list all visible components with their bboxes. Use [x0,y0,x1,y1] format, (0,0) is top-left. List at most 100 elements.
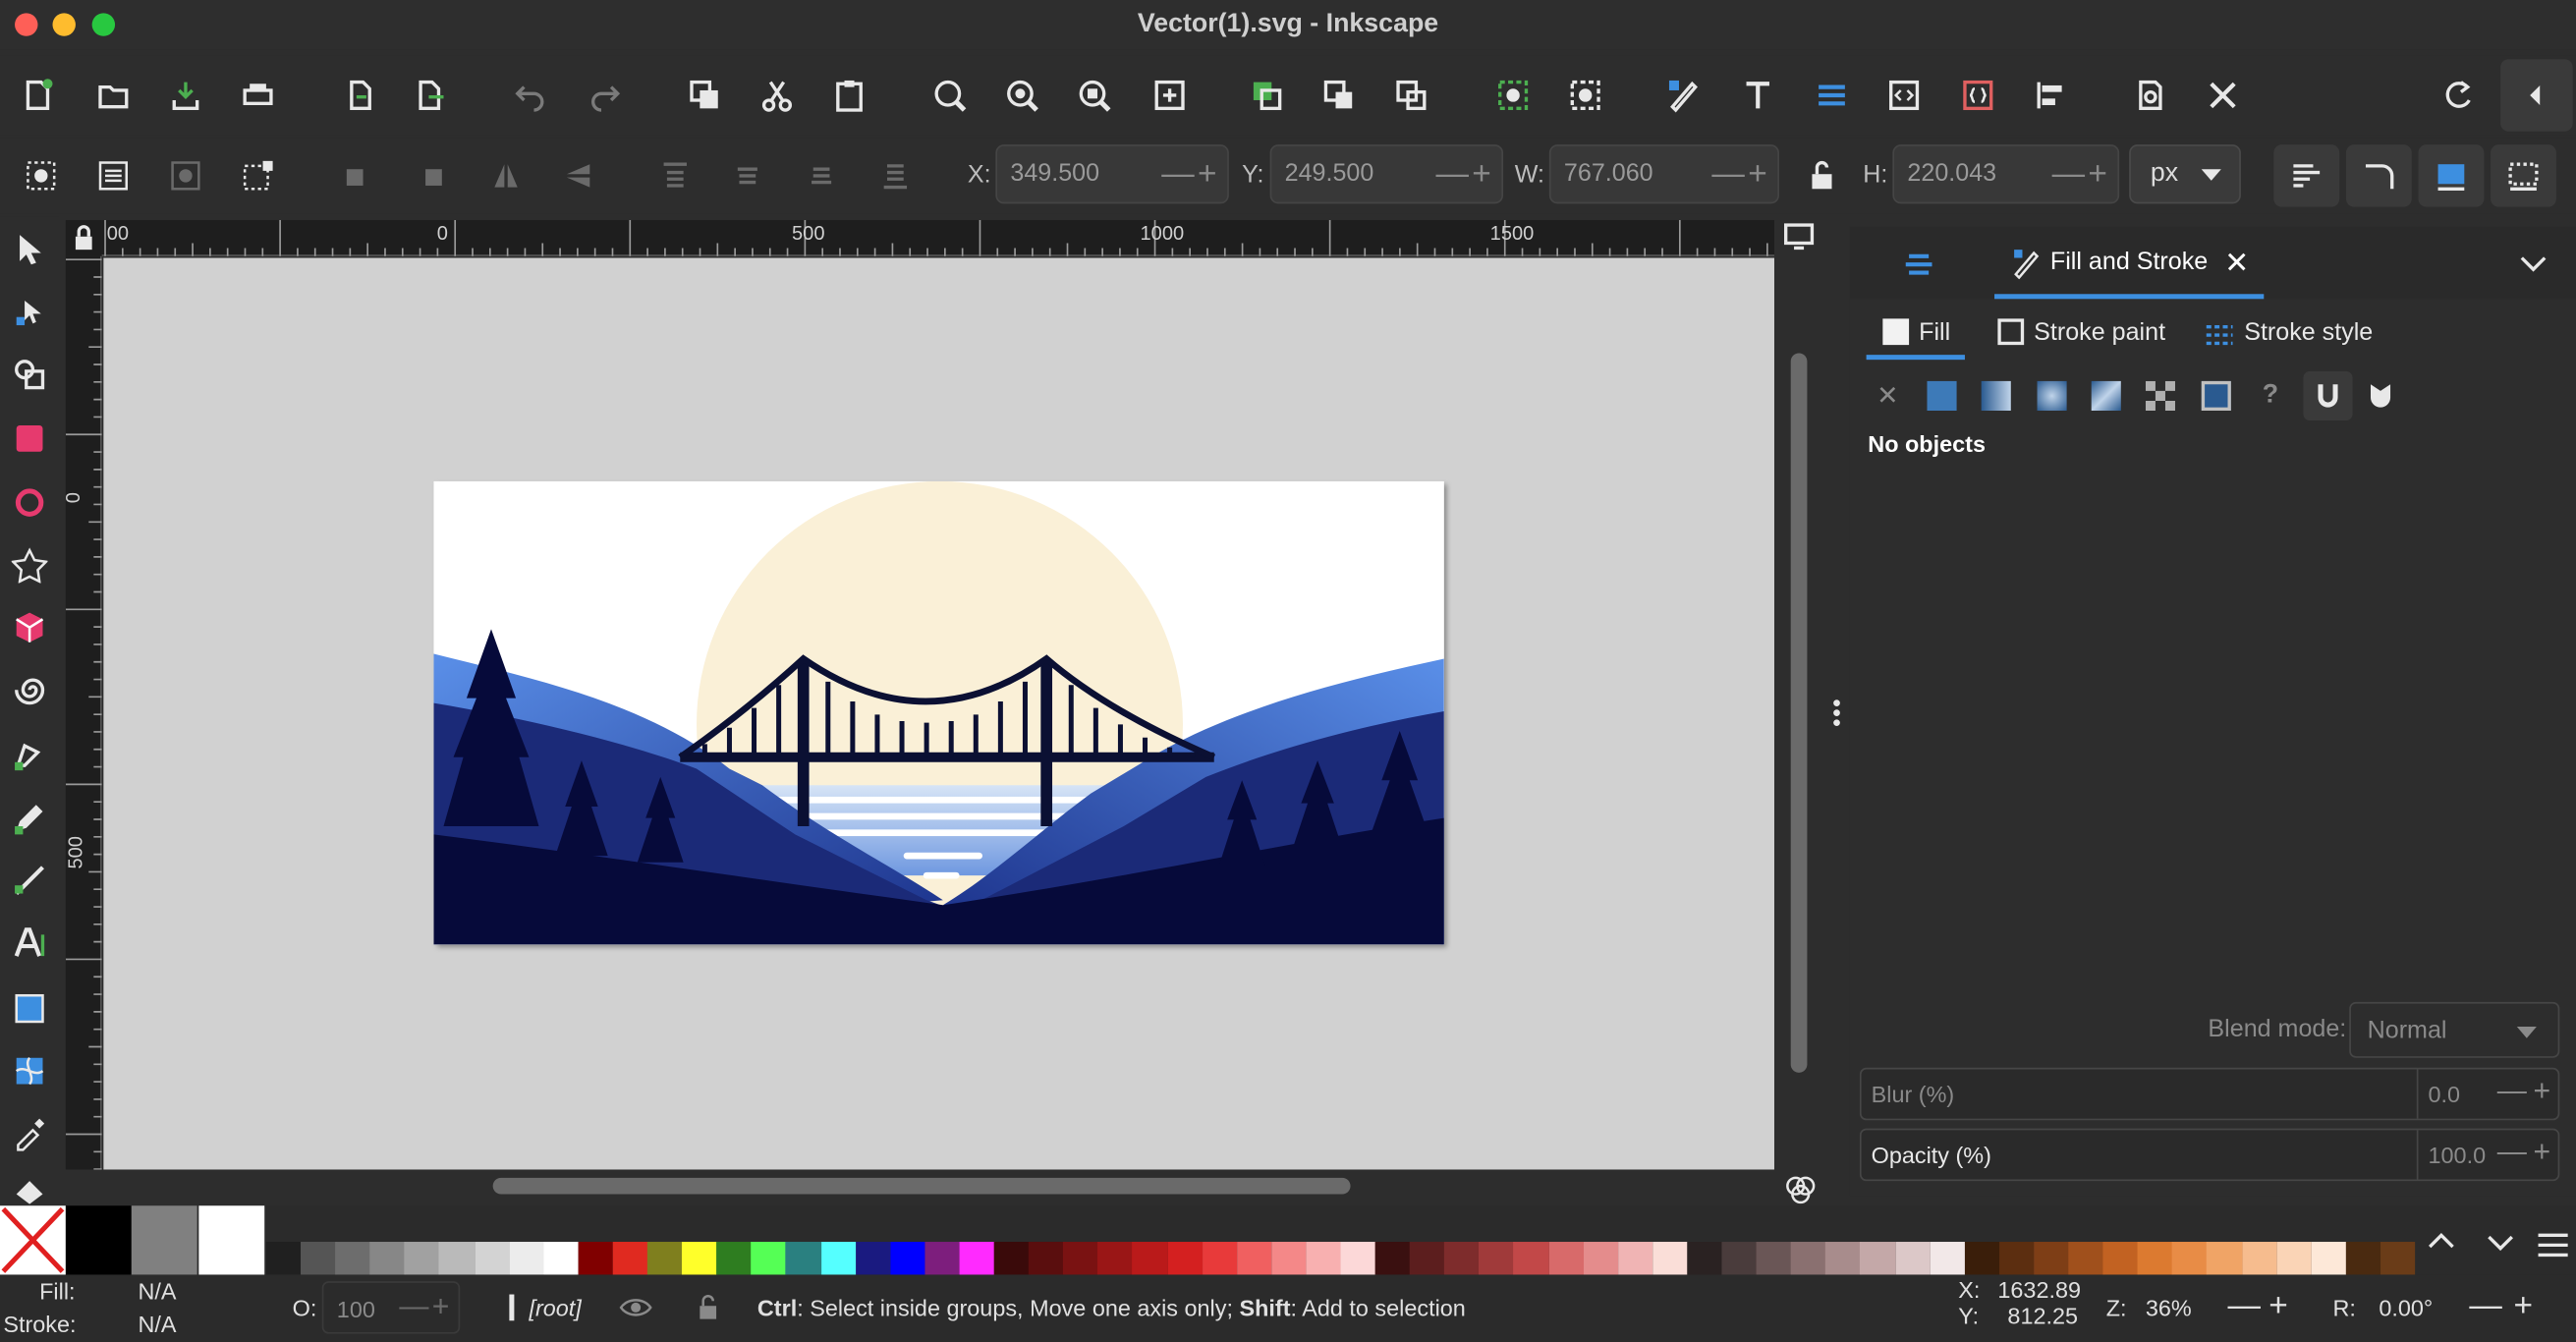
layers-objects-icon[interactable] [1899,243,1941,285]
palette-swatch[interactable] [543,1242,580,1275]
rotate-plus-button[interactable]: + [2513,1288,2533,1325]
palette-swatch[interactable] [1964,1242,2000,1275]
palette-swatch[interactable] [889,1242,925,1275]
bridge-illustration[interactable] [433,480,1444,945]
gray-swatch[interactable] [131,1205,197,1275]
palette-swatch[interactable] [1687,1242,1723,1275]
new-document-icon[interactable] [13,71,62,120]
rotate-value[interactable]: 0.00° [2379,1295,2433,1321]
eye-icon[interactable] [618,1291,654,1323]
cut-icon[interactable] [753,71,802,120]
palette-scroll-down-icon[interactable] [2481,1225,2520,1261]
palette-swatch[interactable] [2034,1242,2070,1275]
lower-icon[interactable] [800,154,842,196]
scale-corners-button[interactable] [2345,144,2412,207]
palette-menu-icon[interactable] [2534,1229,2573,1265]
undo-icon[interactable] [506,71,555,120]
black-swatch[interactable] [65,1205,132,1275]
rotate-cw-icon[interactable] [411,154,453,196]
zoom-page-icon[interactable] [1070,71,1119,120]
swatch-icon[interactable] [2195,374,2237,417]
h-input[interactable]: 220.043— + [1892,144,2120,204]
palette-swatch[interactable] [646,1242,684,1275]
blur-input[interactable]: 0.0— + [2416,1069,2558,1119]
current-layer[interactable]: [root] [529,1295,581,1321]
export-icon[interactable] [406,71,455,120]
xml-editor-icon[interactable] [1879,71,1929,120]
palette-swatch[interactable] [1202,1242,1238,1275]
vertical-scrollbar[interactable] [1790,353,1808,1073]
unset-paint-icon[interactable]: ? [2249,374,2291,417]
select-all-icon[interactable] [20,154,62,196]
flip-horizontal-icon[interactable] [484,154,527,196]
selectors-icon[interactable] [1953,71,2002,120]
lower-to-bottom-icon[interactable] [874,154,917,196]
duplicate-icon[interactable] [1242,71,1291,120]
palette-swatch[interactable] [439,1242,476,1275]
zoom-drawing-icon[interactable] [997,71,1046,120]
import-icon[interactable] [335,71,384,120]
flat-color-icon[interactable] [1921,374,1963,417]
palette-swatch[interactable] [855,1242,891,1275]
fill-stroke-icon[interactable] [1659,71,1708,120]
3d-box-tool-icon[interactable] [7,604,53,650]
palette-swatch[interactable] [786,1242,822,1275]
ungroup-icon[interactable] [1561,71,1610,120]
palette-swatch[interactable] [1998,1242,2035,1275]
palette-swatch[interactable] [1479,1242,1515,1275]
palette-swatch[interactable] [1548,1242,1585,1275]
palette-swatch[interactable] [1236,1242,1272,1275]
white-swatch[interactable] [198,1205,265,1275]
palette-swatch[interactable] [751,1242,787,1275]
zoom-out-button[interactable]: — [2228,1288,2261,1325]
tab-fill[interactable]: Fill [1919,318,1950,346]
transform-gradients-button[interactable] [2418,144,2485,207]
linear-gradient-icon[interactable] [1975,374,2017,417]
zoom-in-button[interactable]: + [2268,1288,2288,1325]
fill-rule-nonzero-icon[interactable] [2359,374,2401,417]
palette-swatch[interactable] [508,1242,544,1275]
palette-swatch[interactable] [2172,1242,2209,1275]
chevron-down-icon[interactable] [2513,247,2552,283]
palette-swatch[interactable] [1825,1242,1862,1275]
text-icon[interactable] [1733,71,1782,120]
palette-swatch[interactable] [1860,1242,1896,1275]
palette-swatch[interactable] [1097,1242,1134,1275]
palette-swatch[interactable] [474,1242,510,1275]
zoom-selection-icon[interactable] [924,71,974,120]
selector-tool-icon[interactable] [7,227,53,273]
opacity-status-input[interactable]: 100 — + [321,1281,461,1334]
star-tool-icon[interactable] [7,542,53,588]
color-management-icon[interactable] [1782,1173,1819,1205]
radial-gradient-icon[interactable] [2031,374,2073,417]
close-tab-icon[interactable]: ✕ [2224,247,2249,281]
save-icon[interactable] [161,71,210,120]
tab-fill-and-stroke[interactable]: Fill and Stroke ✕ [1994,227,2265,300]
text-tool-icon[interactable] [7,920,53,966]
preferences-icon[interactable] [2198,71,2247,120]
display-mode-icon[interactable] [1781,220,1820,256]
flip-vertical-icon[interactable] [557,154,599,196]
palette-swatch[interactable] [716,1242,753,1275]
palette-swatch[interactable] [1721,1242,1758,1275]
horizontal-scrollbar[interactable] [492,1177,1351,1195]
palette-swatch[interactable] [404,1242,441,1275]
palette-swatch[interactable] [1894,1242,1932,1275]
palette-swatch[interactable] [2137,1242,2174,1275]
palette-swatch[interactable] [682,1242,718,1275]
zoom-center-icon[interactable] [1146,71,1195,120]
palette-swatch[interactable] [2207,1242,2243,1275]
pattern-icon[interactable] [2139,374,2181,417]
touch-select-icon[interactable] [237,154,279,196]
no-paint-icon[interactable]: ✕ [1867,374,1909,417]
paste-icon[interactable] [824,71,873,120]
redo-icon[interactable] [580,71,629,120]
palette-swatch[interactable] [1652,1242,1689,1275]
horizontal-ruler[interactable]: 00 0 500 1000 1500 [101,220,1774,256]
palette-swatch[interactable] [265,1242,303,1275]
palette-swatch[interactable] [2241,1242,2277,1275]
rotate-canvas-icon[interactable] [2435,71,2484,120]
palette-swatch[interactable] [2068,1242,2104,1275]
palette-swatch[interactable] [1583,1242,1619,1275]
palette-swatch[interactable] [1444,1242,1481,1275]
